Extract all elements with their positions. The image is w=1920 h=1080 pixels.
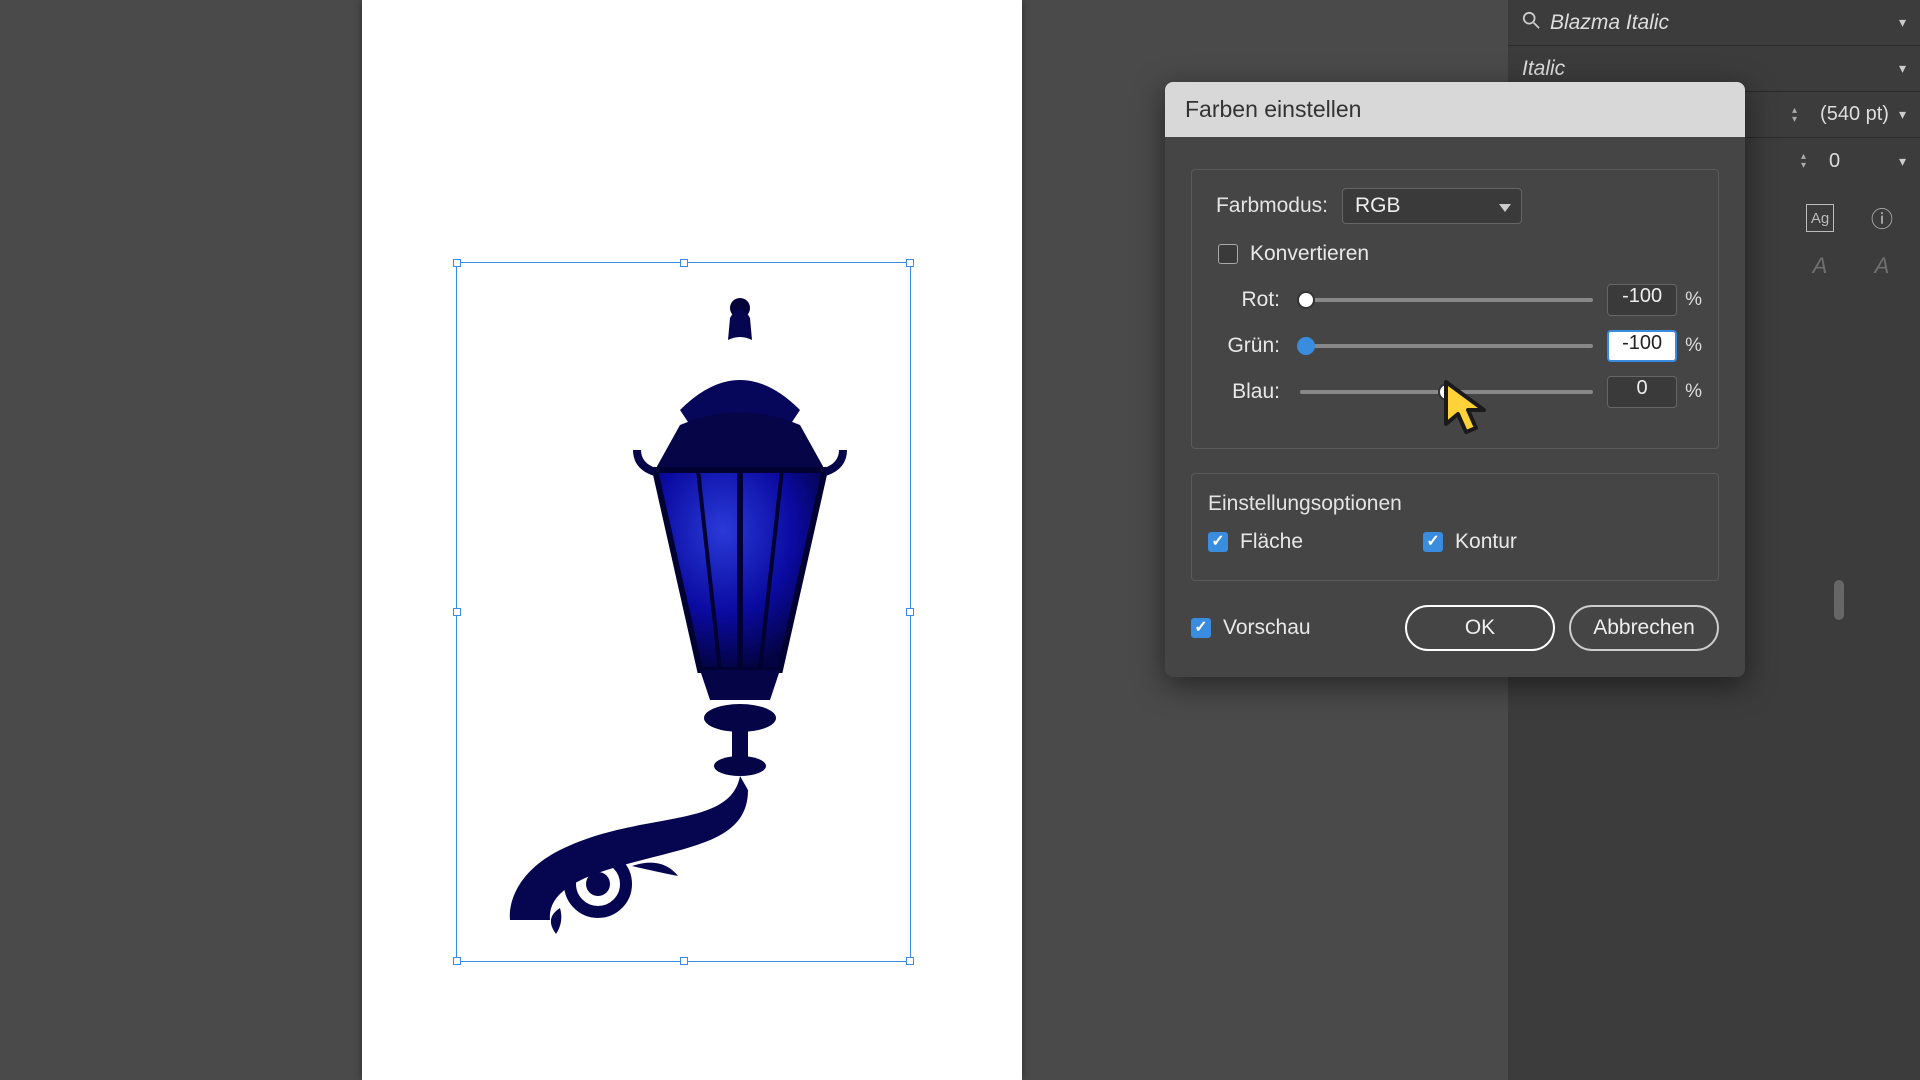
font-size-stepper[interactable]: ▴▾ bbox=[1792, 106, 1810, 124]
blue-label: Blau: bbox=[1208, 380, 1292, 404]
panel-scrollbar-thumb[interactable] bbox=[1834, 580, 1844, 620]
ok-button[interactable]: OK bbox=[1405, 605, 1555, 651]
color-mode-group: Farbmodus: RGB Konvertieren Rot: -100 % … bbox=[1191, 169, 1719, 449]
font-family-value: Blazma Italic bbox=[1550, 11, 1899, 35]
resize-handle-bm[interactable] bbox=[680, 957, 688, 965]
fill-checkbox[interactable] bbox=[1208, 532, 1228, 552]
green-label: Grün: bbox=[1208, 334, 1292, 358]
info-icon[interactable]: ⓘ bbox=[1868, 204, 1896, 232]
resize-handle-mr[interactable] bbox=[906, 608, 914, 616]
fill-label: Fläche bbox=[1240, 530, 1303, 554]
font-family-select[interactable]: Blazma Italic ▾ bbox=[1508, 0, 1920, 46]
green-slider[interactable] bbox=[1300, 344, 1593, 348]
blue-slider[interactable] bbox=[1300, 390, 1593, 394]
green-slider-row: Grün: -100 % bbox=[1208, 330, 1702, 362]
pct-label: % bbox=[1685, 289, 1702, 311]
adjust-options-title: Einstellungsoptionen bbox=[1208, 492, 1702, 516]
resize-handle-bl[interactable] bbox=[453, 957, 461, 965]
chevron-down-icon: ▾ bbox=[1899, 106, 1906, 123]
pct-label: % bbox=[1685, 381, 1702, 403]
adjust-options-group: Einstellungsoptionen Fläche Kontur bbox=[1191, 473, 1719, 581]
convert-checkbox[interactable] bbox=[1218, 244, 1238, 264]
color-mode-select[interactable]: RGB bbox=[1342, 188, 1522, 224]
red-slider[interactable] bbox=[1300, 298, 1593, 302]
chevron-down-icon: ▾ bbox=[1899, 14, 1906, 31]
text-style-icon-a[interactable]: A bbox=[1806, 252, 1834, 280]
preview-checkbox[interactable] bbox=[1191, 618, 1211, 638]
selection-bounding-box[interactable] bbox=[456, 262, 911, 962]
convert-label: Konvertieren bbox=[1250, 242, 1369, 266]
tracking-stepper[interactable]: ▴▾ bbox=[1801, 152, 1819, 170]
chevron-down-icon: ▾ bbox=[1899, 60, 1906, 77]
font-style-value: Italic bbox=[1522, 57, 1899, 81]
text-style-icon-b[interactable]: A bbox=[1868, 252, 1896, 280]
blue-value-input[interactable]: 0 bbox=[1607, 376, 1677, 408]
dialog-title: Farben einstellen bbox=[1165, 82, 1745, 137]
resize-handle-ml[interactable] bbox=[453, 608, 461, 616]
resize-handle-tr[interactable] bbox=[906, 259, 914, 267]
blue-slider-row: Blau: 0 % bbox=[1208, 376, 1702, 408]
search-icon bbox=[1522, 11, 1540, 35]
resize-handle-br[interactable] bbox=[906, 957, 914, 965]
chevron-down-icon: ▾ bbox=[1899, 153, 1906, 170]
preview-label: Vorschau bbox=[1223, 616, 1311, 640]
red-value-input[interactable]: -100 bbox=[1607, 284, 1677, 316]
color-mode-value: RGB bbox=[1355, 194, 1401, 218]
tracking-value[interactable]: 0 bbox=[1829, 150, 1889, 173]
glyph-panel-icon[interactable]: Ag bbox=[1806, 204, 1834, 232]
green-value-input[interactable]: -100 bbox=[1607, 330, 1677, 362]
color-mode-label: Farbmodus: bbox=[1208, 194, 1342, 218]
font-size-value[interactable]: (540 pt) bbox=[1820, 103, 1889, 126]
red-label: Rot: bbox=[1208, 288, 1292, 312]
stroke-label: Kontur bbox=[1455, 530, 1517, 554]
cancel-button[interactable]: Abbrechen bbox=[1569, 605, 1719, 651]
adjust-colors-dialog: Farben einstellen Farbmodus: RGB Konvert… bbox=[1165, 82, 1745, 677]
stroke-checkbox[interactable] bbox=[1423, 532, 1443, 552]
resize-handle-tm[interactable] bbox=[680, 259, 688, 267]
resize-handle-tl[interactable] bbox=[453, 259, 461, 267]
pct-label: % bbox=[1685, 335, 1702, 357]
red-slider-row: Rot: -100 % bbox=[1208, 284, 1702, 316]
